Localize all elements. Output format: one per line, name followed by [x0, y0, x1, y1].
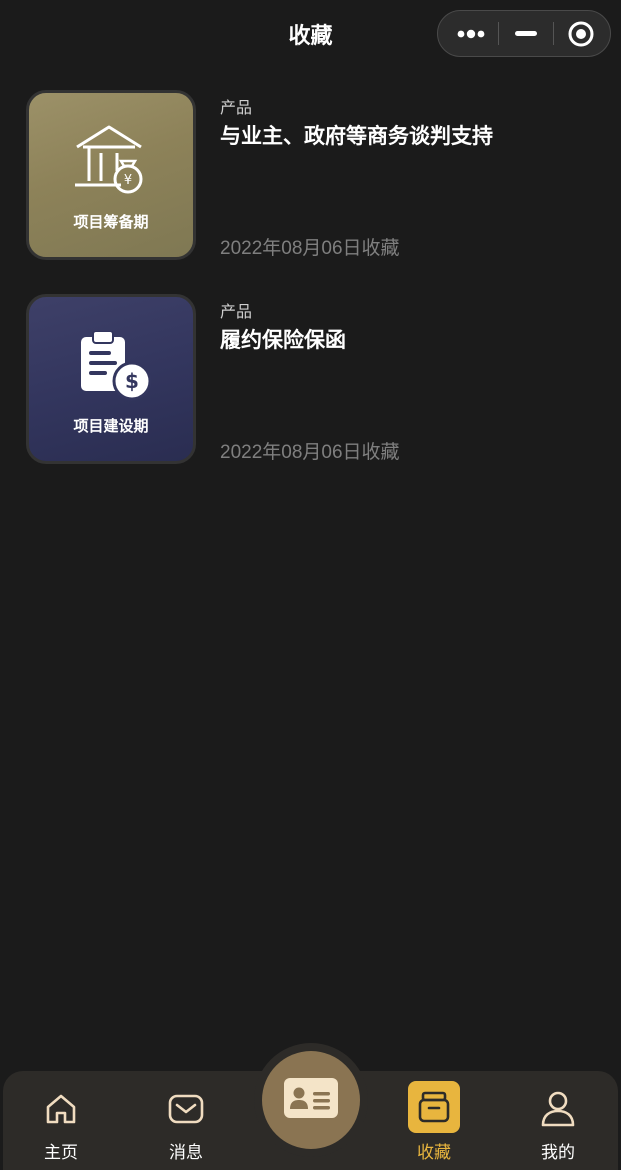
- favorite-item[interactable]: $ 项目建设期 产品 履约保险保函 2022年08月06日收藏: [26, 294, 596, 466]
- favorite-thumbnail: $ 项目建设期: [26, 294, 196, 464]
- more-dots-icon[interactable]: [444, 11, 498, 56]
- favorite-title: 履约保险保函: [220, 328, 346, 352]
- favorite-date: 2022年08月06日收藏: [220, 238, 400, 259]
- favorite-title: 与业主、政府等商务谈判支持: [220, 124, 493, 148]
- thumbnail-label: 项目筹备期: [73, 213, 149, 231]
- id-card-icon: [282, 1076, 340, 1124]
- tab-label: 我的: [541, 1143, 575, 1163]
- favorite-date: 2022年08月06日收藏: [220, 442, 400, 463]
- svg-text:¥: ¥: [124, 173, 132, 188]
- tab-label: 消息: [169, 1143, 203, 1163]
- tab-label: 收藏: [417, 1143, 451, 1163]
- favorite-category: 产品: [220, 302, 253, 321]
- id-card-button[interactable]: [262, 1051, 360, 1149]
- tab-label: 主页: [44, 1143, 78, 1163]
- header: 收藏: [0, 0, 621, 70]
- home-icon: [41, 1089, 81, 1129]
- user-icon: [538, 1089, 578, 1129]
- tab-home[interactable]: 主页: [11, 1071, 111, 1170]
- thumbnail-label: 项目建设期: [73, 417, 149, 435]
- tab-messages[interactable]: 消息: [136, 1071, 236, 1170]
- svg-text:$: $: [125, 369, 139, 393]
- target-icon[interactable]: [554, 11, 608, 56]
- mini-program-capsule: [437, 10, 611, 57]
- favorite-thumbnail: ¥ 项目筹备期: [26, 90, 196, 260]
- tab-profile[interactable]: 我的: [508, 1071, 608, 1170]
- clipboard-dollar-icon: $: [29, 331, 193, 401]
- favorite-item[interactable]: ¥ 项目筹备期 产品 与业主、政府等商务谈判支持 2022年08月06日收藏: [26, 90, 596, 262]
- favorite-category: 产品: [220, 98, 253, 117]
- mail-icon: [166, 1089, 206, 1129]
- minimize-icon[interactable]: [499, 11, 553, 56]
- house-money-icon: ¥: [29, 123, 193, 195]
- archive-box-icon: [408, 1081, 460, 1133]
- tab-favorites[interactable]: 收藏: [384, 1071, 484, 1170]
